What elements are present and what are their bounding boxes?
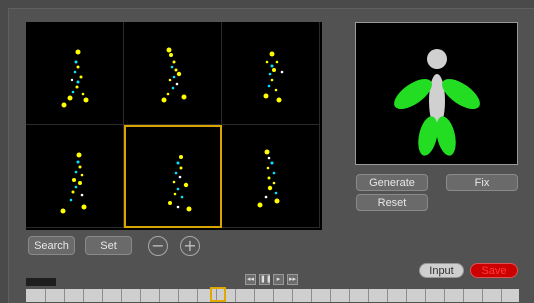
timeline-tick: [273, 289, 274, 302]
timeline-tick: [406, 289, 407, 302]
pose-thumbnail-1[interactable]: [26, 22, 124, 125]
timeline-tick: [102, 289, 103, 302]
model-preview-panel: [355, 22, 518, 165]
timeline-tick: [387, 289, 388, 302]
input-button[interactable]: Input: [419, 263, 464, 278]
timeline-tick: [235, 289, 236, 302]
pose-thumbnail-4[interactable]: [26, 125, 124, 228]
reset-button[interactable]: Reset: [356, 194, 428, 211]
timeline-tick: [45, 289, 46, 302]
timeline-tick: [254, 289, 255, 302]
timeline-tick: [121, 289, 122, 302]
pose-thumbnail-2[interactable]: [124, 22, 222, 125]
fast-forward-button[interactable]: ▸▸: [287, 274, 298, 285]
pose-thumbnail-grid: [26, 22, 322, 230]
rewind-button[interactable]: ◂◂: [245, 274, 256, 285]
figure-model-icon: [394, 49, 480, 156]
timeline-tick: [178, 289, 179, 302]
timeline-tick: [159, 289, 160, 302]
timeline-tick: [83, 289, 84, 302]
pause-button[interactable]: ❚❚: [259, 274, 272, 285]
timeline-tick: [349, 289, 350, 302]
timeline-tick: [425, 289, 426, 302]
search-button[interactable]: Search: [28, 236, 75, 255]
timeline-tick: [501, 289, 502, 302]
play-button[interactable]: ▸: [273, 274, 284, 285]
pose-thumbnail-3[interactable]: [222, 22, 320, 125]
timeline-track[interactable]: [26, 289, 519, 302]
save-button[interactable]: Save: [470, 263, 518, 278]
pose-thumbnail-5-selected[interactable]: [124, 125, 222, 228]
timeline-tick: [197, 289, 198, 302]
pose-thumbnail-6[interactable]: [222, 125, 320, 228]
fix-button[interactable]: Fix: [446, 174, 518, 191]
plus-button[interactable]: +: [180, 236, 200, 256]
timeline-tick: [292, 289, 293, 302]
generate-button[interactable]: Generate: [356, 174, 428, 191]
timeline-tick: [140, 289, 141, 302]
timeline-tick: [368, 289, 369, 302]
timeline-tick: [463, 289, 464, 302]
minus-button[interactable]: −: [148, 236, 168, 256]
set-button[interactable]: Set: [85, 236, 132, 255]
timeline-tick: [444, 289, 445, 302]
timeline-playhead[interactable]: [210, 287, 226, 302]
timeline-tick: [64, 289, 65, 302]
timeline-tick: [311, 289, 312, 302]
timeline-tick: [330, 289, 331, 302]
status-progress-bar: [26, 278, 56, 286]
timeline-tick: [482, 289, 483, 302]
